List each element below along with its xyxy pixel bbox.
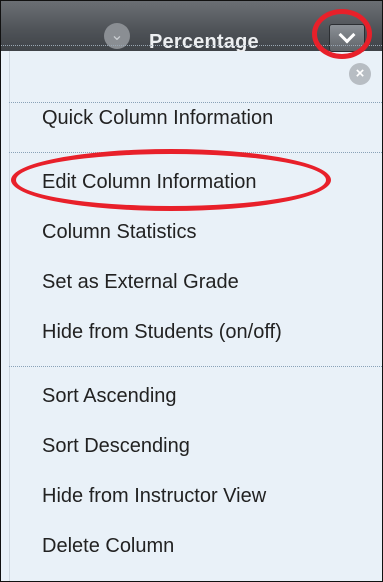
menu-item-sort-ascending[interactable]: Sort Ascending <box>42 385 177 408</box>
callout-ellipse <box>11 149 331 211</box>
menu-divider <box>9 102 382 103</box>
menu-item-hide-from-instructor-view[interactable]: Hide from Instructor View <box>42 485 266 508</box>
menu-item-hide-from-students[interactable]: Hide from Students (on/off) <box>42 321 282 344</box>
callout-circle <box>312 9 372 59</box>
menu-item-sort-descending[interactable]: Sort Descending <box>42 435 190 458</box>
menu-item-column-statistics[interactable]: Column Statistics <box>42 221 197 244</box>
menu-item-quick-column-information[interactable]: Quick Column Information <box>42 107 273 130</box>
menu-divider <box>9 366 382 367</box>
column-title: Percentage <box>149 31 259 53</box>
menu-item-set-as-external-grade[interactable]: Set as External Grade <box>42 271 239 294</box>
column-menu-screenshot: ⌄ Percentage × Quick Column Information … <box>0 0 383 582</box>
menu-left-border <box>1 51 10 581</box>
close-icon[interactable]: × <box>349 63 371 85</box>
menu-item-delete-column[interactable]: Delete Column <box>42 535 174 558</box>
